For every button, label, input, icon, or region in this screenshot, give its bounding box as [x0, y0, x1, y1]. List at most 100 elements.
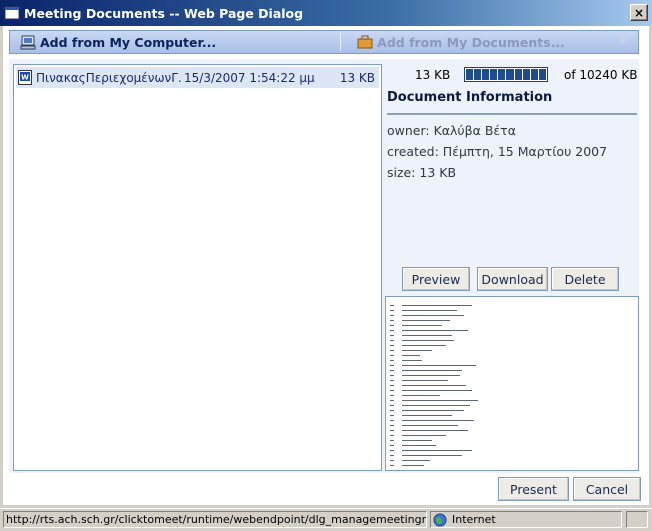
add-from-computer-button[interactable]: Add from My Computer... — [10, 31, 216, 53]
thumbnail-text-line — [402, 405, 470, 406]
quota-segment — [514, 69, 522, 80]
document-info-title: Document Information — [387, 90, 553, 105]
thumbnail-line-number — [390, 420, 394, 421]
thumbnail-line-number — [390, 315, 394, 316]
thumbnail-line-number — [390, 350, 394, 351]
word-document-icon: W — [18, 70, 32, 85]
thumbnail-text-line — [402, 440, 432, 441]
thumbnail-text-line — [402, 315, 464, 316]
thumbnail-line-number — [390, 305, 394, 306]
thumbnail-line-number — [390, 455, 394, 456]
add-from-documents-button[interactable]: Add from My Documents... — [347, 31, 565, 53]
thumbnail-line-number — [390, 325, 394, 326]
thumbnail-line-number — [390, 345, 394, 346]
thumbnail-line-number — [390, 430, 394, 431]
thumbnail-line-number — [390, 395, 394, 396]
thumbnail-line-number — [390, 370, 394, 371]
thumbnail-text-line — [402, 460, 430, 461]
thumbnail-line-number — [390, 435, 394, 436]
document-actions: Preview Download Delete — [402, 267, 619, 291]
storage-quota: 13 KB of 10240 KB — [385, 66, 639, 84]
close-button[interactable]: × — [630, 4, 648, 21]
download-button[interactable]: Download — [477, 267, 548, 291]
quota-segment — [490, 69, 498, 80]
thumbnail-line-number — [390, 375, 394, 376]
thumbnail-text-line — [402, 430, 468, 431]
preview-button[interactable]: Preview — [402, 267, 470, 291]
thumbnail-text-line — [402, 410, 464, 411]
dialog-buttons: Present Cancel — [3, 477, 649, 505]
thumbnail-line-number — [390, 380, 394, 381]
file-size: 13 KB — [339, 70, 375, 85]
chevron-down-icon[interactable] — [618, 37, 628, 45]
thumbnail-text-line — [402, 400, 478, 401]
briefcase-icon — [357, 35, 373, 49]
thumbnail-text-line — [402, 350, 432, 351]
quota-segment — [466, 69, 474, 80]
delete-button[interactable]: Delete — [551, 267, 619, 291]
add-from-computer-label: Add from My Computer... — [40, 34, 217, 50]
thumbnail-line-number — [390, 440, 394, 441]
ie-dialog-icon — [4, 6, 20, 20]
thumbnail-line-number — [390, 445, 394, 446]
close-icon: × — [633, 5, 645, 20]
present-button[interactable]: Present — [498, 477, 569, 501]
thumbnail-line-number — [390, 410, 394, 411]
thumbnail-text-line — [402, 385, 466, 386]
quota-segment — [522, 69, 530, 80]
thumbnail-text-line — [402, 375, 460, 376]
file-row[interactable]: W ΠινακαςΠεριεχομένωνΓ... 15/3/2007 1:54… — [16, 67, 379, 88]
thumbnail-text-line — [402, 330, 468, 331]
thumbnail-line-number — [390, 450, 394, 451]
quota-segment — [474, 69, 482, 80]
thumbnail-text-line — [402, 450, 472, 451]
thumbnail-text-line — [402, 425, 458, 426]
quota-segment — [530, 69, 538, 80]
thumbnail-text-line — [402, 355, 420, 356]
thumbnail-line-number — [390, 310, 394, 311]
document-info-divider — [387, 113, 637, 115]
window-title: Meeting Documents -- Web Page Dialog — [24, 5, 304, 21]
thumbnail-text-line — [402, 325, 442, 326]
file-date: 15/3/2007 1:54:22 μμ — [184, 70, 315, 85]
thumbnail-line-number — [390, 335, 394, 336]
thumbnail-text-line — [402, 395, 440, 396]
cancel-button[interactable]: Cancel — [573, 477, 641, 501]
quota-segment — [538, 69, 546, 80]
thumbnail-text-line — [402, 380, 448, 381]
thumbnail-line-number — [390, 385, 394, 386]
quota-total: of 10240 KB — [564, 68, 638, 82]
toolbar-separator — [340, 33, 342, 51]
thumbnail-line-number — [390, 355, 394, 356]
status-bar: http://rts.ach.sch.gr/clicktomeet/runtim… — [0, 508, 652, 531]
thumbnail-text-line — [402, 320, 450, 321]
thumbnail-text-line — [402, 360, 422, 361]
status-url: http://rts.ach.sch.gr/clicktomeet/runtim… — [3, 511, 427, 528]
security-zone-label: Internet — [452, 513, 496, 526]
window-titlebar: Meeting Documents -- Web Page Dialog × — [0, 0, 652, 26]
thumbnail-line-number — [390, 330, 394, 331]
quota-segment — [506, 69, 514, 80]
thumbnail-line-number — [390, 465, 394, 466]
quota-segment — [482, 69, 490, 80]
quota-progress-bar — [464, 67, 548, 82]
resize-grip[interactable] — [626, 511, 648, 528]
thumbnail-text-line — [402, 335, 452, 336]
thumbnail-text-line — [402, 465, 424, 466]
thumbnail-text-line — [402, 415, 452, 416]
thumbnail-text-line — [402, 435, 446, 436]
globe-icon — [433, 513, 447, 526]
file-list[interactable]: W ΠινακαςΠεριεχομένωνΓ... 15/3/2007 1:54… — [13, 64, 382, 471]
thumbnail-line-number — [390, 405, 394, 406]
computer-icon — [20, 35, 36, 50]
quota-segment — [498, 69, 506, 80]
thumbnail-line-number — [390, 360, 394, 361]
thumbnail-text-line — [402, 455, 462, 456]
toolbar: Add from My Computer... Add from My Docu… — [9, 30, 639, 54]
document-size: size: 13 KB — [387, 165, 457, 180]
thumbnail-line-number — [390, 340, 394, 341]
quota-used: 13 KB — [415, 68, 451, 82]
thumbnail-line-number — [390, 390, 394, 391]
thumbnail-text-line — [402, 390, 472, 391]
thumbnail-text-line — [402, 345, 446, 346]
